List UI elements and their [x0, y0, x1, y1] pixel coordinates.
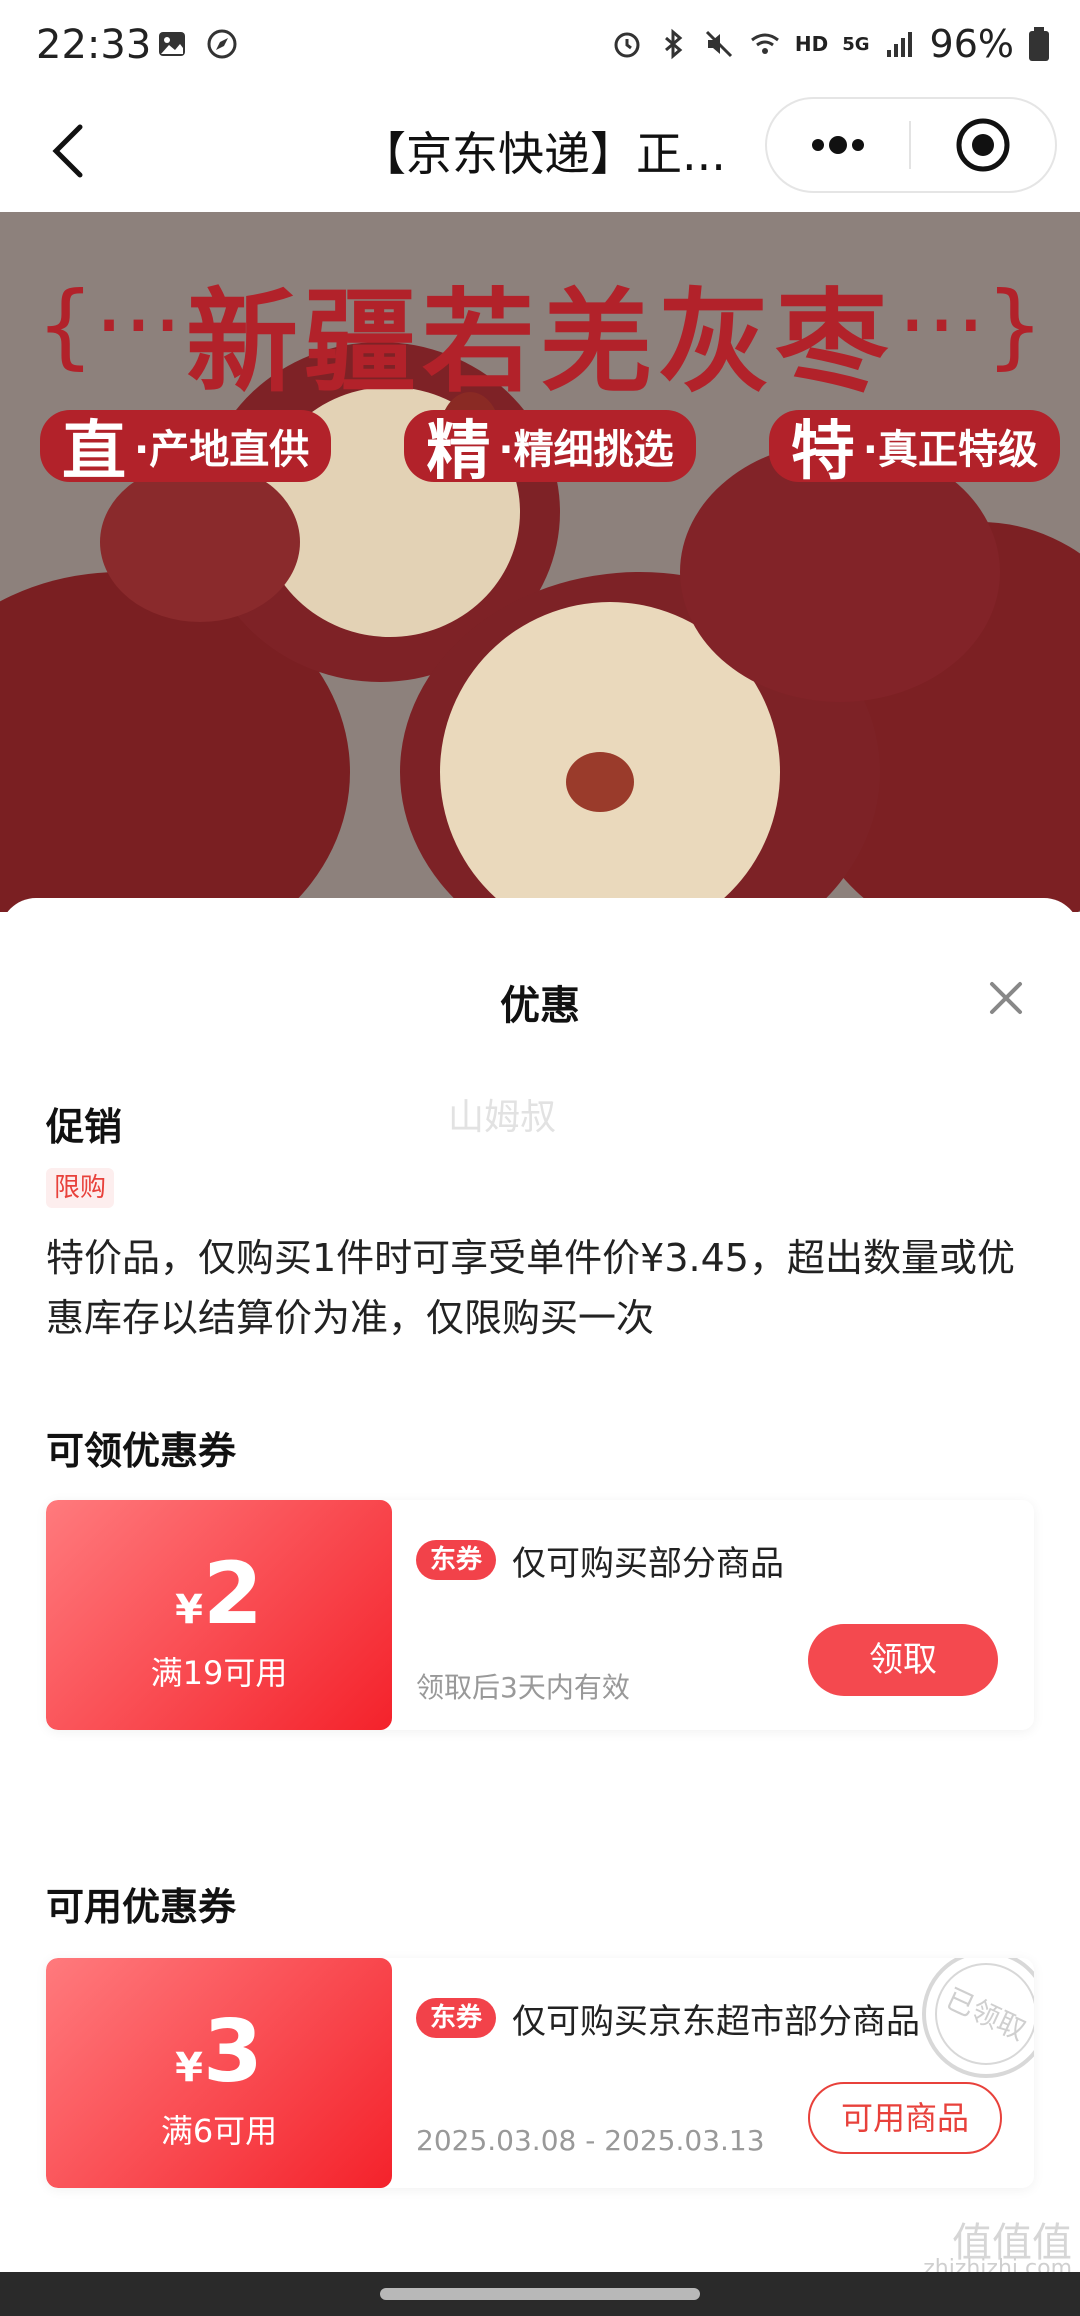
coupon-amount-number: 2 — [203, 1544, 263, 1644]
banner-tag: 特 ·真正特级 — [768, 410, 1060, 489]
banner-tags: 直 ·产地直供 精 ·精细挑选 特 ·真正特级 — [40, 410, 1060, 489]
back-button[interactable] — [38, 116, 98, 186]
banner-tag-small: ·真正特级 — [862, 427, 1038, 473]
coupon-validity: 领取后3天内有效 — [416, 1671, 630, 1704]
coupon-amount-number: 3 — [203, 2002, 263, 2102]
coupon-description: 仅可购买部分商品 — [512, 1544, 784, 1584]
claimable-coupons-title: 可领优惠券 — [46, 1429, 237, 1473]
product-banner: {··· 新疆若羌灰枣 ···} 直 ·产地直供 精 ·精细挑选 特 ·真正特级 — [0, 212, 1080, 912]
status-time: 22:33 — [36, 22, 152, 68]
claimable-coupon-card: ¥2 满19可用 东券 仅可购买部分商品 领取后3天内有效 领取 — [46, 1500, 1034, 1730]
image-icon — [159, 32, 185, 56]
nav-title: 【京东快递】正... — [360, 127, 726, 181]
bluetooth-icon — [664, 28, 683, 60]
limit-purchase-tag: 限购 — [46, 1168, 115, 1208]
mute-icon — [705, 30, 732, 58]
battery-icon — [1029, 27, 1049, 61]
back-icon — [52, 124, 83, 178]
coupon-yen: ¥ — [175, 1587, 203, 1633]
banner-tag: 直 ·产地直供 — [40, 410, 332, 489]
signal-label: 5G — [842, 33, 870, 55]
coupon-validity: 2025.03.08 - 2025.03.13 — [416, 2124, 765, 2157]
coupon-badge: 东券 — [416, 1540, 497, 1580]
coupon-condition: 满6可用 — [160, 2112, 278, 2150]
coupon-description: 仅可购买京东超市部分商品 — [512, 2002, 920, 2042]
network-label: HD — [794, 32, 829, 56]
target-icon — [956, 118, 1010, 172]
banner-tag-small: ·精细挑选 — [498, 427, 674, 473]
alarm-icon — [614, 32, 640, 58]
discount-sheet: 优惠 山姆叔 促销 限购 特价品，仅购买1件时可享受单件价¥3.45，超出数量或… — [0, 898, 1080, 2316]
corner-watermark-logo: 值值值 — [952, 2220, 1072, 2266]
promotion-description: 特价品，仅购买1件时可享受单件价¥3.45，超出数量或优惠库存以结算价为准，仅限… — [46, 1236, 1015, 1340]
promotion-section-title: 促销 — [46, 1105, 123, 1149]
compass-icon — [207, 29, 237, 59]
status-right: HD 5G 96% — [611, 22, 1050, 66]
claimed-stamp-icon: 已领取 — [922, 1958, 1034, 2078]
gesture-bar — [0, 2272, 1080, 2316]
sheet-close-button[interactable] — [980, 972, 1032, 1024]
status-bar: 22:33 HD 5G 96% — [0, 0, 1080, 92]
claimed-stamp-text: 已领取 — [941, 1982, 1031, 2047]
coupon-amount: ¥2 — [46, 1544, 392, 1644]
signal-icon — [886, 32, 912, 57]
wifi-icon — [750, 33, 779, 54]
usable-coupon-card: ¥3 满6可用 东券 仅可购买京东超市部分商品 2025.03.08 - 202… — [46, 1958, 1034, 2188]
claim-coupon-button[interactable]: 领取 — [808, 1624, 998, 1696]
home-gesture-handle[interactable] — [380, 2288, 700, 2300]
mini-program-capsule — [765, 97, 1057, 193]
coupon-badge: 东券 — [416, 1998, 497, 2038]
close-icon — [990, 982, 1022, 1014]
banner-tag-small: ·产地直供 — [134, 427, 310, 473]
banner-tag-big: 精 — [426, 415, 491, 489]
battery-percent: 96% — [929, 22, 1014, 66]
status-left-icons — [156, 28, 238, 60]
banner-tag-big: 特 — [790, 415, 855, 489]
available-products-button[interactable]: 可用商品 — [808, 2082, 1002, 2154]
watermark-text: 山姆叔 — [448, 1097, 557, 1138]
banner-tag-big: 直 — [62, 415, 126, 489]
coupon-condition: 满19可用 — [150, 1654, 288, 1692]
more-button[interactable] — [767, 99, 909, 191]
nav-bar: 【京东快递】正... — [0, 92, 1080, 212]
banner-brace-right: ···} — [897, 272, 1044, 379]
coupon-value-panel: ¥2 满19可用 — [46, 1500, 392, 1730]
sheet-title: 优惠 — [500, 983, 580, 1029]
close-mini-program-button[interactable] — [911, 99, 1055, 191]
banner-tag: 精 ·精细挑选 — [404, 410, 696, 489]
coupon-yen: ¥ — [175, 2045, 203, 2091]
coupon-value-panel: ¥3 满6可用 — [46, 1958, 392, 2188]
coupon-amount: ¥3 — [46, 2002, 392, 2102]
more-icon — [812, 136, 864, 154]
usable-coupons-title: 可用优惠券 — [46, 1885, 237, 1929]
